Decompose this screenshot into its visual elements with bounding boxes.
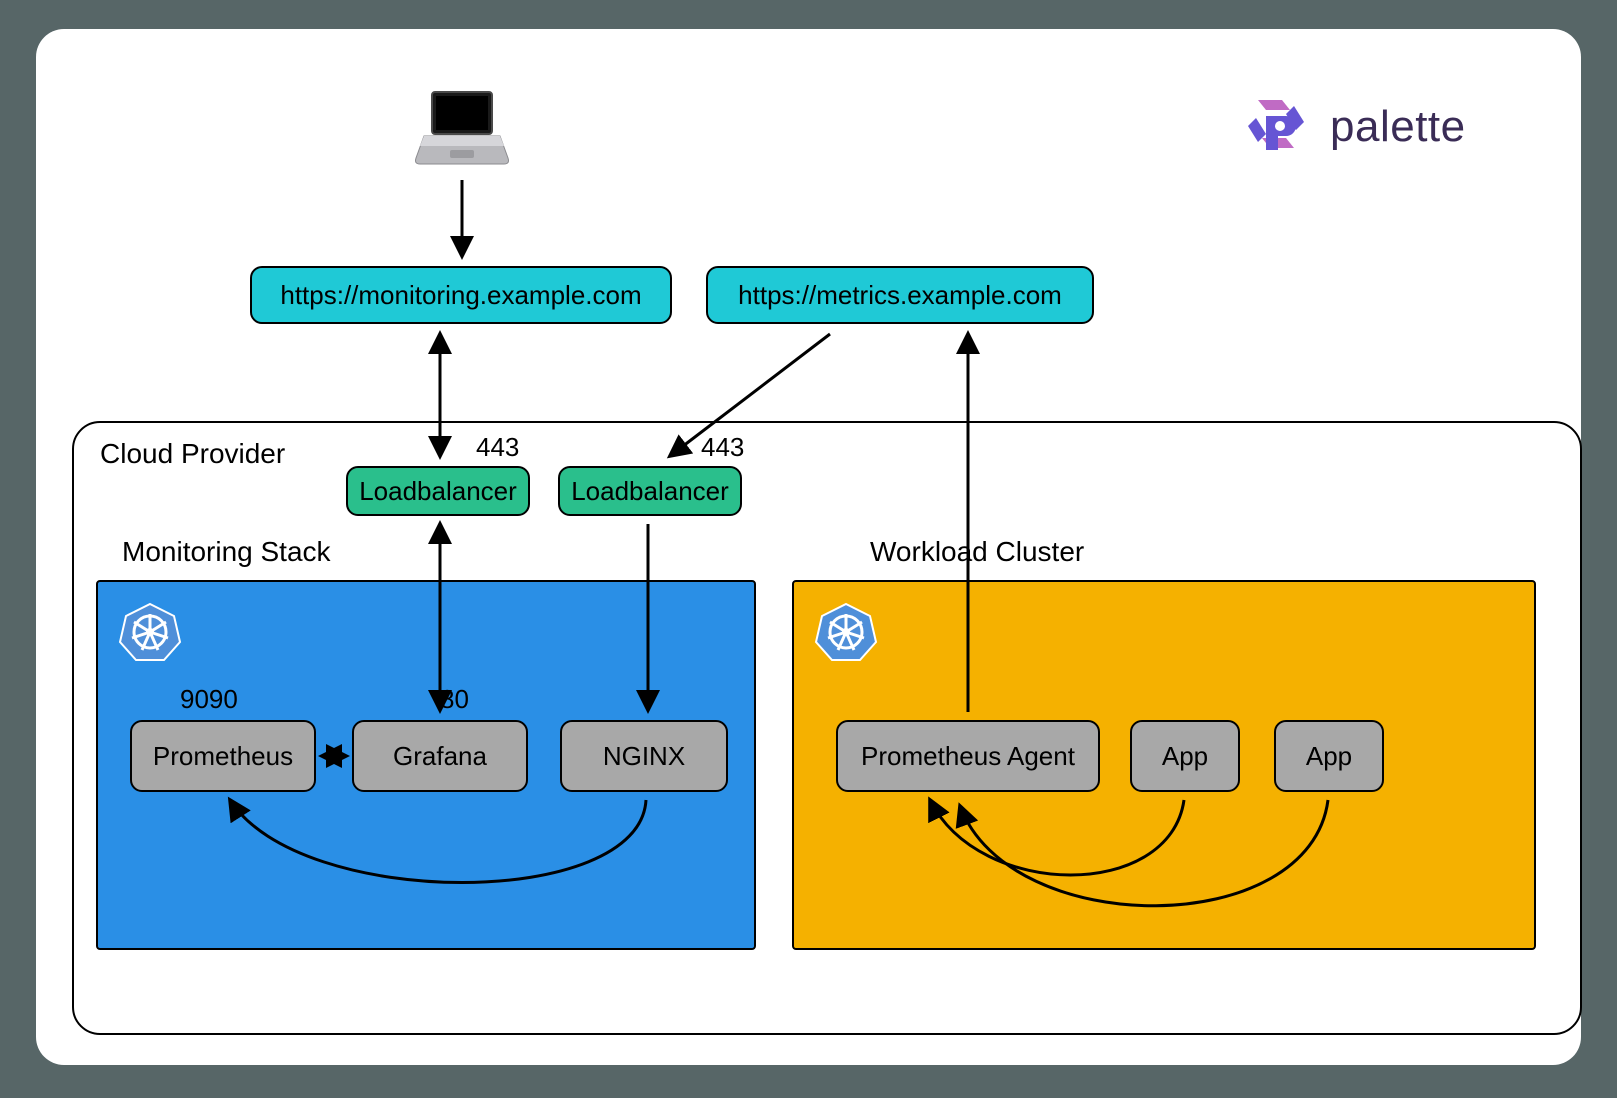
grafana-label: Grafana (393, 741, 487, 772)
app2-box: App (1274, 720, 1384, 792)
metrics-url-text: https://metrics.example.com (738, 280, 1062, 311)
nginx-label: NGINX (603, 741, 685, 772)
kubernetes-icon (814, 600, 878, 669)
palette-brand: palette (1240, 88, 1466, 165)
diagram-stage: palette https://monitoring.example.com h… (0, 0, 1617, 1098)
loadbalancer-left: Loadbalancer (346, 466, 530, 516)
loadbalancer-right-port: 443 (701, 432, 744, 463)
app1-box: App (1130, 720, 1240, 792)
app2-label: App (1306, 741, 1352, 772)
monitoring-stack-label: Monitoring Stack (122, 536, 331, 568)
metrics-url-box: https://metrics.example.com (706, 266, 1094, 324)
prometheus-agent-label: Prometheus Agent (861, 741, 1075, 772)
prometheus-box: Prometheus (130, 720, 316, 792)
app1-label: App (1162, 741, 1208, 772)
nginx-box: NGINX (560, 720, 728, 792)
palette-logo-icon (1240, 88, 1312, 165)
grafana-port: 80 (440, 684, 469, 715)
workload-cluster-label: Workload Cluster (870, 536, 1084, 568)
laptop-icon (414, 88, 510, 175)
prometheus-port: 9090 (180, 684, 238, 715)
monitoring-url-text: https://monitoring.example.com (280, 280, 641, 311)
kubernetes-icon (118, 600, 182, 669)
loadbalancer-left-label: Loadbalancer (359, 476, 517, 507)
cloud-provider-label: Cloud Provider (100, 438, 285, 470)
palette-brand-text: palette (1330, 102, 1466, 152)
loadbalancer-right-label: Loadbalancer (571, 476, 729, 507)
loadbalancer-left-port: 443 (476, 432, 519, 463)
prometheus-label: Prometheus (153, 741, 293, 772)
loadbalancer-right: Loadbalancer (558, 466, 742, 516)
monitoring-url-box: https://monitoring.example.com (250, 266, 672, 324)
prometheus-agent-box: Prometheus Agent (836, 720, 1100, 792)
grafana-box: Grafana (352, 720, 528, 792)
